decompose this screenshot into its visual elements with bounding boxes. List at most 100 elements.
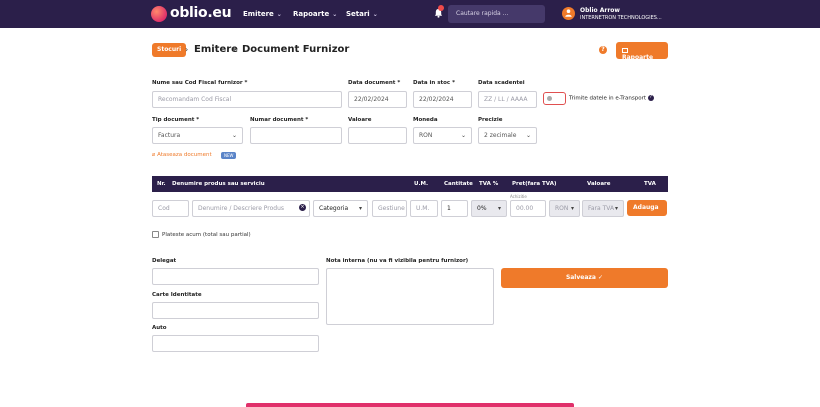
stock-date-input[interactable]: 22/02/2024 — [413, 91, 472, 108]
category-select[interactable]: Categoria ▾ — [313, 200, 368, 217]
th-pret: Pret(fara TVA) — [512, 181, 557, 187]
chevron-down-icon: ⌄ — [276, 11, 282, 18]
new-badge: NEW — [221, 152, 237, 159]
nav-item-setari[interactable]: Setari ⌄ — [346, 10, 378, 18]
nav-label: Rapoarte — [293, 10, 330, 18]
chevron-down-icon: ⌄ — [332, 11, 338, 18]
chevron-down-icon: ▾ — [358, 205, 362, 212]
paperclip-icon: ⌀ — [152, 152, 156, 158]
internal-note-label: Nota interna (nu va fi vizibila pentru f… — [326, 258, 469, 264]
toggle-knob — [547, 96, 552, 101]
auto-input[interactable] — [152, 335, 319, 352]
due-date-label: Data scadentei — [478, 80, 525, 86]
category-value: Categoria — [319, 205, 349, 212]
th-tva-percent: TVA % — [479, 181, 499, 187]
management-input[interactable]: Gestiune — [372, 200, 407, 217]
doc-type-value: Factura — [158, 132, 181, 139]
nav-item-emitere[interactable]: Emitere ⌄ — [243, 10, 282, 18]
top-navbar — [0, 0, 820, 28]
currency-select[interactable]: RON ⌄ — [413, 127, 472, 144]
quantity-input[interactable]: 1 — [441, 200, 468, 217]
doc-number-label: Numar document * — [250, 117, 309, 123]
internal-note-textarea[interactable] — [326, 268, 494, 325]
delegate-label: Delegat — [152, 258, 177, 264]
search-input[interactable]: Cautare rapida ... — [448, 5, 545, 23]
chevron-down-icon: ⌄ — [372, 11, 378, 18]
breadcrumb-separator-icon: › — [233, 45, 237, 54]
nav-label: Emitere — [243, 10, 274, 18]
help-icon[interactable]: ? — [647, 95, 654, 101]
delegate-input[interactable] — [152, 268, 319, 285]
nav-item-rapoarte[interactable]: Rapoarte ⌄ — [293, 10, 337, 18]
supplier-label: Nume sau Cod Fiscal furnizor * — [152, 80, 248, 86]
paid-now-label: Plateste acum (total sau partial) — [162, 232, 251, 238]
etransport-label: Trimite datele in e-Transport ? — [569, 95, 654, 102]
vat-mode-select[interactable]: Fara TVA ▾ — [582, 200, 624, 217]
paid-now-checkbox[interactable] — [152, 231, 159, 238]
user-icon — [565, 9, 572, 17]
price-type-label: Achizitie — [510, 194, 527, 199]
vat-percent-value: 0% — [477, 205, 487, 212]
precision-label: Precizie — [478, 117, 503, 123]
product-code-input[interactable]: Cod — [152, 200, 189, 217]
chevron-down-icon: ⌄ — [525, 132, 531, 139]
product-name-input[interactable]: Denumire / Descriere Produs × — [192, 200, 310, 217]
row-currency-select[interactable]: RON ▾ — [549, 200, 580, 217]
doc-date-input[interactable]: 22/02/2024 — [348, 91, 407, 108]
save-button[interactable]: Salveaza ✓ — [501, 268, 668, 288]
rapoarte-button-label: Rapoarte — [622, 54, 654, 61]
due-date-input[interactable]: ZZ / LL / AAAA — [478, 91, 537, 108]
save-button-label: Salveaza — [565, 274, 596, 281]
user-name[interactable]: Oblio Arrow — [580, 7, 620, 14]
report-icon — [622, 48, 628, 53]
chevron-down-icon: ⌄ — [460, 132, 466, 139]
currency-value: RON — [419, 132, 433, 139]
clear-icon[interactable]: × — [299, 204, 306, 211]
attach-document-link[interactable]: ⌀ Ataseaza document — [152, 152, 212, 158]
etransport-toggle[interactable] — [543, 92, 566, 105]
add-product-button[interactable]: Adauga — [627, 200, 667, 216]
oblio-logo-icon[interactable] — [151, 6, 167, 22]
vat-percent-select[interactable]: 0% ▾ — [471, 200, 507, 217]
stock-date-label: Data in stoc * — [413, 80, 455, 86]
value-input[interactable] — [348, 127, 407, 144]
doc-date-label: Data document * — [348, 80, 401, 86]
nav-label: Setari — [346, 10, 370, 18]
supplier-input[interactable]: Recomandam Cod Fiscal — [152, 91, 342, 108]
precision-value: 2 zecimale — [484, 132, 517, 139]
product-name-placeholder: Denumire / Descriere Produs — [198, 205, 285, 212]
um-input[interactable]: U.M. — [410, 200, 438, 217]
precision-select[interactable]: 2 zecimale ⌄ — [478, 127, 537, 144]
doc-type-select[interactable]: Factura ⌄ — [152, 127, 243, 144]
products-table-header: Nr. Denumire produs sau serviciu U.M. Ca… — [152, 176, 668, 192]
app-logo-text[interactable]: oblio.eu — [170, 5, 232, 21]
th-denumire: Denumire produs sau serviciu — [172, 181, 265, 187]
avatar[interactable] — [562, 7, 575, 20]
id-card-label: Carte Identitate — [152, 292, 202, 298]
notification-badge — [438, 5, 444, 11]
chevron-down-icon: ▾ — [614, 205, 618, 212]
breadcrumb-separator-icon: › — [185, 45, 189, 54]
th-cantitate: Cantitate — [444, 181, 473, 187]
help-icon[interactable]: ? — [599, 46, 607, 54]
chevron-down-icon: ▾ — [497, 205, 501, 212]
check-icon: ✓ — [598, 274, 604, 281]
breadcrumb-emitere[interactable]: Emitere — [194, 44, 238, 55]
page-title: Document Furnizor — [242, 44, 350, 55]
rapoarte-button[interactable]: Rapoarte — [616, 42, 668, 61]
price-input[interactable]: 00.00 — [510, 200, 546, 217]
chevron-down-icon: ▾ — [570, 205, 574, 212]
currency-label: Moneda — [413, 117, 438, 123]
breadcrumb-stocuri-badge[interactable]: Stocuri — [152, 43, 187, 57]
doc-number-input[interactable] — [250, 127, 342, 144]
value-label: Valoare — [348, 117, 372, 123]
th-valoare: Valoare — [587, 181, 611, 187]
attach-document-label: Ataseaza document — [157, 152, 212, 158]
bottom-banner-bar — [246, 403, 574, 407]
doc-type-label: Tip document * — [152, 117, 200, 123]
row-currency-value: RON — [555, 205, 569, 212]
id-card-input[interactable] — [152, 302, 319, 319]
th-um: U.M. — [414, 181, 429, 187]
user-company: INTERNETRON TECHNOLOGIES... — [580, 15, 662, 21]
etransport-text: Trimite datele in e-Transport — [569, 95, 647, 102]
